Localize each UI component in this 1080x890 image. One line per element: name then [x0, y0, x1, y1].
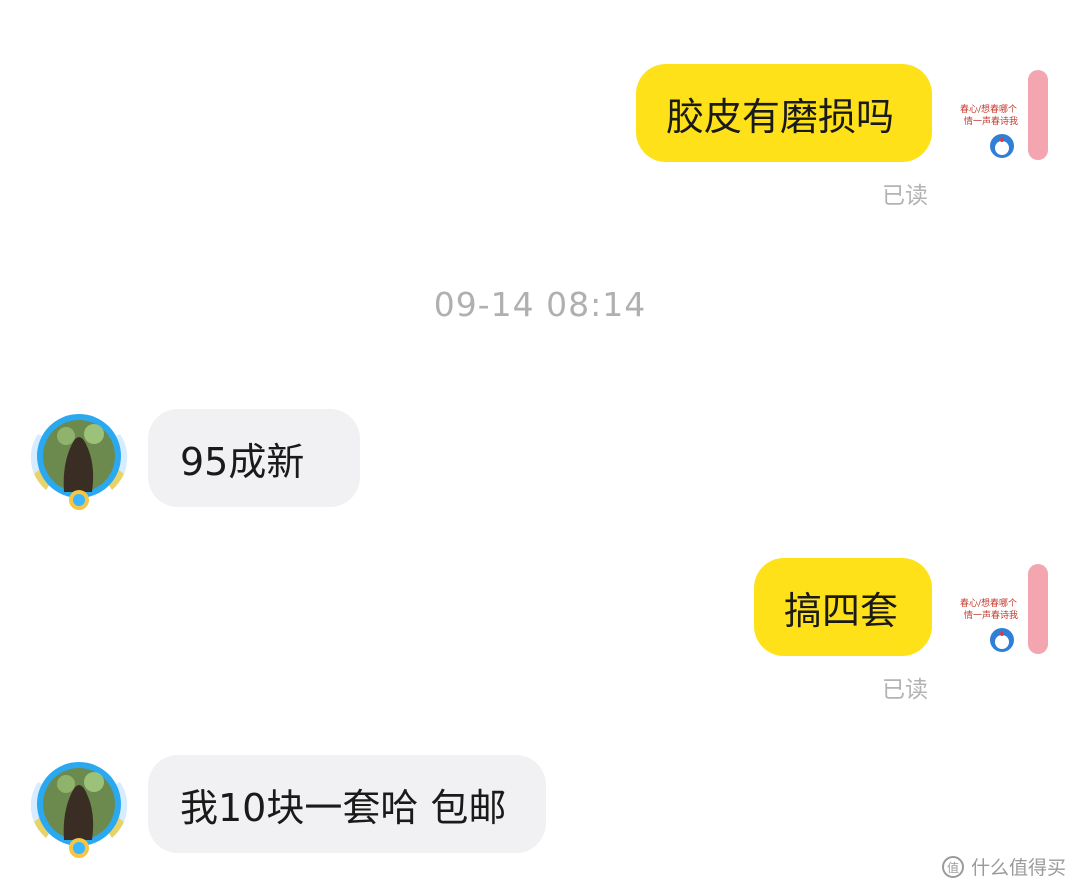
self-avatar-icon[interactable]: 春心/想春哪个 情一声春诗我 — [950, 60, 1060, 170]
message-bubble-sent[interactable]: 胶皮有磨损吗 — [636, 64, 932, 162]
message-text: 搞四套 — [784, 588, 899, 633]
svg-text:春心/想春哪个: 春心/想春哪个 — [960, 103, 1017, 115]
message-bubble-sent[interactable]: 搞四套 — [754, 558, 932, 656]
svg-text:情一声春诗我: 情一声春诗我 — [964, 115, 1018, 127]
contact-avatar-icon[interactable] — [24, 404, 134, 514]
self-avatar-icon[interactable]: 春心/想春哪个 情一声春诗我 — [950, 554, 1060, 664]
message-bubble-received[interactable]: 我10块一套哈 包邮 — [148, 755, 546, 853]
chat-timestamp: 09-14 08:14 — [433, 285, 647, 324]
zhi-logo-icon: 值 — [941, 855, 964, 878]
watermark: 值 什么值得买 — [941, 853, 1066, 880]
message-text: 胶皮有磨损吗 — [666, 94, 895, 139]
message-text: 我10块一套哈 包邮 — [180, 785, 507, 830]
read-status: 已读 — [882, 677, 928, 703]
message-bubble-received[interactable]: 95成新 — [148, 409, 360, 507]
read-status: 已读 — [882, 183, 928, 209]
svg-text:值: 值 — [947, 860, 959, 875]
svg-text:春心/想春哪个: 春心/想春哪个 — [960, 597, 1017, 609]
message-text: 95成新 — [180, 439, 305, 484]
svg-text:情一声春诗我: 情一声春诗我 — [964, 609, 1018, 621]
watermark-text: 什么值得买 — [970, 857, 1066, 879]
contact-avatar-icon[interactable] — [24, 752, 134, 862]
